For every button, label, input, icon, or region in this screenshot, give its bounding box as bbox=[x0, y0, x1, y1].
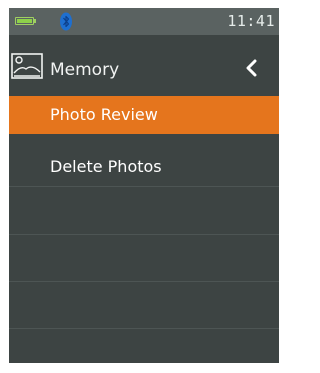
menu-item-label: Photo Review bbox=[50, 105, 158, 124]
menu-item-photo-review[interactable]: Photo Review bbox=[9, 96, 279, 134]
status-bar: 11:41 bbox=[9, 8, 279, 35]
chevron-left-icon[interactable] bbox=[243, 57, 259, 79]
bluetooth-icon bbox=[60, 12, 72, 31]
battery-tip bbox=[34, 19, 36, 23]
divider bbox=[9, 234, 279, 235]
status-time: 11:41 bbox=[227, 12, 275, 30]
menu-item-delete-photos[interactable]: Delete Photos bbox=[9, 148, 279, 186]
menu-header: Memory bbox=[9, 50, 279, 94]
battery-icon bbox=[15, 17, 36, 25]
divider bbox=[9, 281, 279, 282]
device-screen: 11:41 Memory Photo Review Delete Photos bbox=[9, 8, 279, 363]
divider bbox=[9, 328, 279, 329]
page-title: Memory bbox=[50, 60, 120, 80]
battery-level bbox=[17, 19, 32, 23]
image-icon bbox=[11, 53, 43, 79]
divider bbox=[9, 186, 279, 187]
menu-item-label: Delete Photos bbox=[50, 157, 162, 176]
